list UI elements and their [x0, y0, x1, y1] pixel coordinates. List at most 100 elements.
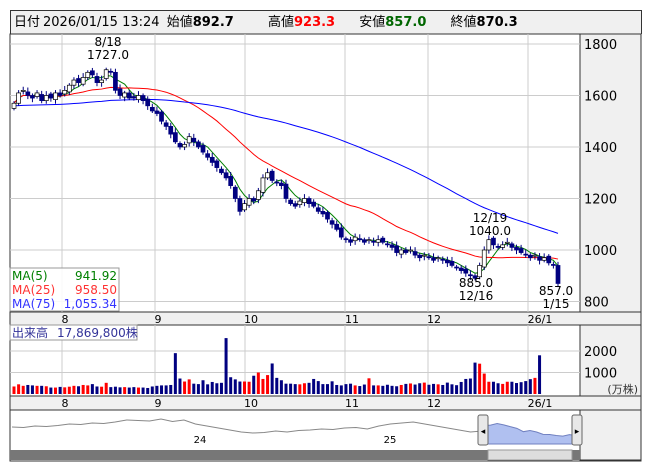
- volume-bar: [422, 382, 426, 394]
- price-chart[interactable]: 1800 1600 1400 1200 1000 800 2000 1000 8 8 9 9 10 10 1…: [0, 0, 653, 470]
- candle: [48, 93, 54, 99]
- candle: [311, 201, 317, 207]
- volume-bar: [63, 387, 67, 394]
- volume-bar: [201, 380, 205, 394]
- candle: [320, 211, 326, 215]
- volume-bar: [528, 379, 532, 394]
- candle: [527, 254, 533, 259]
- volume-bar: [519, 382, 523, 394]
- volume-bar: [335, 384, 339, 394]
- candle: [274, 181, 280, 184]
- volume-bar: [150, 386, 154, 394]
- high-date-annotation: 8/18: [95, 35, 122, 49]
- candle: [94, 76, 100, 83]
- volume-bar: [81, 384, 85, 394]
- volume-bar: [298, 384, 302, 394]
- volume-bar: [395, 386, 399, 394]
- price-tick-label: 1000: [584, 244, 617, 259]
- candle: [523, 253, 529, 256]
- volume-bar: [187, 379, 191, 394]
- candle: [131, 96, 137, 99]
- last-value-annotation: 857.0: [539, 284, 573, 298]
- month-label: 10: [244, 397, 258, 410]
- candle: [449, 260, 455, 266]
- candle: [357, 238, 363, 241]
- volume-value: 17,869,800株: [57, 325, 138, 340]
- volume-bar: [459, 381, 463, 394]
- peak-date-annotation: 12/19: [473, 211, 508, 225]
- candle: [265, 172, 270, 179]
- candle: [209, 156, 215, 163]
- ma-legend: MA(5) 941.92 MA(25) 958.50 MA(75) 1,055.…: [9, 267, 120, 312]
- volume-bar: [312, 378, 316, 394]
- candle: [509, 243, 515, 248]
- candle: [237, 198, 243, 212]
- volume-bar: [385, 384, 389, 394]
- volume-bar: [307, 382, 311, 394]
- left-arrow-icon: ◂: [481, 427, 486, 437]
- navigator-side: [579, 409, 642, 461]
- candle: [398, 249, 404, 255]
- volume-label: 出来高: [12, 325, 48, 340]
- price-axis: [579, 33, 642, 313]
- volume-bar: [132, 387, 136, 394]
- volume-bar: [362, 384, 366, 394]
- volume-unit: (万株): [607, 382, 638, 396]
- candle: [315, 207, 321, 212]
- candle: [20, 89, 26, 92]
- volume-bar: [399, 384, 403, 394]
- volume-bar: [381, 385, 385, 394]
- volume-bar: [67, 386, 71, 394]
- candle: [445, 259, 450, 264]
- volume-bar: [344, 384, 348, 394]
- candle: [108, 70, 114, 73]
- month-label: 9: [155, 397, 162, 410]
- price-tick-label: 800: [584, 296, 609, 311]
- candle: [329, 220, 335, 225]
- low-date-annotation: 12/16: [459, 289, 494, 303]
- volume-bar: [86, 385, 90, 394]
- candle: [385, 243, 390, 246]
- volume-bar: [17, 384, 21, 394]
- volume-bar: [123, 387, 127, 394]
- volume-bar: [418, 383, 422, 394]
- candle: [504, 241, 510, 244]
- volume-tick-label: 1000: [584, 367, 617, 382]
- candle: [11, 102, 17, 109]
- candle: [421, 254, 427, 257]
- month-label: 8: [62, 397, 69, 410]
- candle: [136, 95, 141, 100]
- volume-bar: [413, 384, 417, 394]
- right-arrow-icon: ▸: [575, 427, 580, 437]
- ma5-value: 941.92: [75, 269, 117, 283]
- month-label: 9: [155, 313, 162, 326]
- price-tick-label: 1400: [584, 141, 617, 156]
- candle: [394, 245, 399, 253]
- volume-bar: [109, 387, 113, 394]
- volume-bar: [210, 381, 214, 394]
- candle: [80, 77, 86, 85]
- volume-bar: [279, 380, 283, 394]
- volume-bar: [270, 363, 274, 394]
- volume-bar: [26, 384, 30, 394]
- scrollbar-thumb[interactable]: [487, 449, 573, 461]
- volume-bar: [12, 386, 16, 394]
- volume-bar: [533, 377, 537, 394]
- volume-bar: [104, 382, 108, 394]
- price-tick-label: 1800: [584, 38, 617, 53]
- ma25-value: 958.50: [75, 283, 117, 297]
- volume-bar: [376, 385, 380, 394]
- candle: [380, 237, 386, 243]
- candle: [408, 249, 413, 252]
- volume-bar: [538, 355, 542, 394]
- volume-bar: [252, 375, 256, 394]
- candle: [242, 203, 247, 211]
- volume-bar: [302, 383, 306, 394]
- candle: [454, 266, 459, 269]
- candle: [159, 111, 164, 122]
- candle: [251, 198, 257, 202]
- volume-bar: [53, 387, 57, 394]
- high-value-annotation: 1727.0: [87, 48, 129, 62]
- candle: [117, 88, 123, 96]
- volume-bar: [427, 384, 431, 394]
